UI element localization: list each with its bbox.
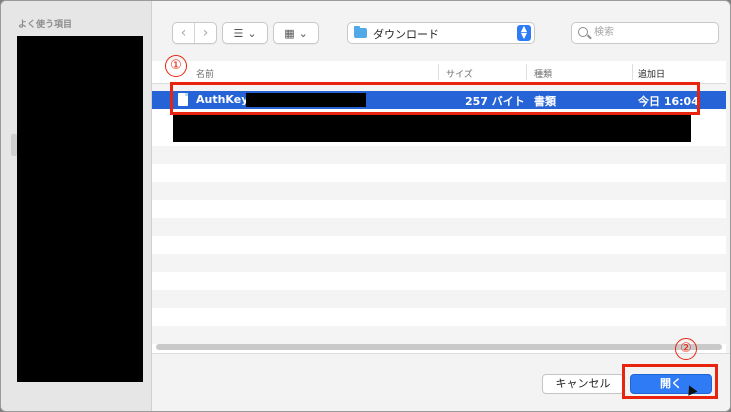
forward-button[interactable]: › [194,23,216,43]
horizontal-scrollbar[interactable] [156,344,722,350]
column-header-date[interactable]: 追加日 [638,67,665,80]
folder-icon [354,26,367,38]
location-stepper-icon: ▲ ▼ [517,25,531,41]
annotation-highlight-open-button [622,364,718,399]
chevron-right-icon: › [202,25,209,41]
column-header-size[interactable]: サイズ [446,67,473,80]
redacted-sidebar-items [17,36,143,382]
column-divider [632,64,633,80]
annotation-highlight-file-row [170,82,700,115]
sidebar-favorites-title: よく使う項目 [18,20,73,30]
annotation-number-2: ② [675,338,697,360]
group-view-button[interactable]: ▦ ⌄ [273,22,319,44]
column-divider [438,64,439,80]
redacted-file-rows [173,114,691,142]
column-divider [526,64,527,80]
chevron-down-icon: ⌄ [298,26,308,40]
list-view-button[interactable]: ☰ ⌄ [222,22,268,44]
chevron-left-icon: ‹ [180,25,187,41]
cancel-button[interactable]: キャンセル [542,374,624,394]
location-popup[interactable]: ダウンロード ▲ ▼ [347,22,535,44]
search-input[interactable] [594,25,712,40]
search-icon [578,27,588,37]
file-open-dialog: よく使う項目 ‹ › ☰ ⌄ ▦ ⌄ ダウンロード ▲▼ 名前 [0,0,731,412]
chevron-down-icon: ⌄ [247,26,257,40]
annotation-number-1: ① [165,55,187,77]
navigation-buttons: ‹ › [172,22,217,44]
column-header-name[interactable]: 名前 [196,67,214,80]
list-icon: ☰ [233,26,244,40]
column-header-kind[interactable]: 種類 [534,67,552,80]
search-field[interactable] [571,22,719,44]
toolbar: ‹ › ☰ ⌄ ▦ ⌄ ダウンロード ▲ ▼ [152,1,730,61]
location-label: ダウンロード [373,28,439,41]
sidebar: よく使う項目 [1,1,152,411]
file-list-header: 名前 サイズ 種類 追加日 [152,61,726,84]
back-button[interactable]: ‹ [173,23,194,43]
grid-icon: ▦ [284,26,295,40]
